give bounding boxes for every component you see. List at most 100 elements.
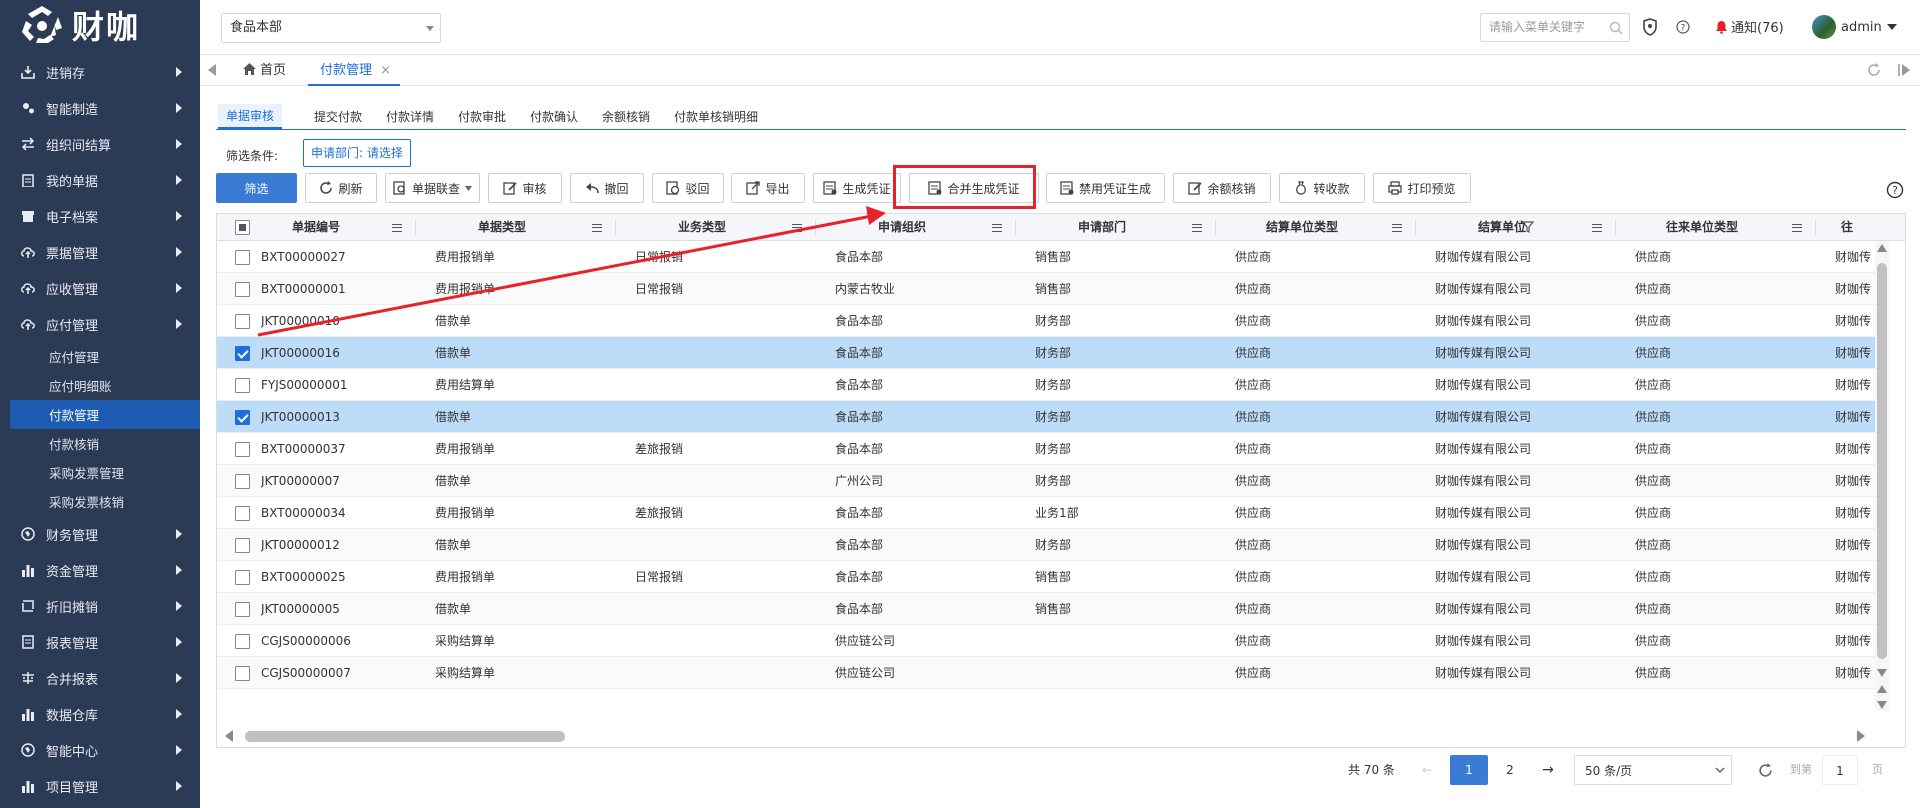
page-1-button[interactable]: 1 — [1450, 755, 1488, 785]
filter-dept-tag[interactable]: 申请部门: 请选择 — [303, 139, 411, 167]
row-checkbox[interactable] — [235, 346, 250, 361]
reject-button[interactable]: 驳回 — [652, 173, 724, 203]
sidebar-item-14[interactable]: 智能中心 — [0, 732, 200, 768]
horizontal-scroll-thumb[interactable] — [245, 731, 565, 742]
refresh-icon[interactable] — [1758, 763, 1773, 778]
prev-page-button[interactable]: ← — [1412, 755, 1442, 785]
column-menu-icon[interactable] — [392, 224, 402, 232]
sidebar-subitem-4[interactable]: 采购发票管理 — [0, 458, 200, 487]
column-menu-icon[interactable] — [592, 224, 602, 232]
table-row[interactable]: BXT00000027 费用报销单 日常报销 食品本部 销售部 供应商 财咖传媒有限公司 供应… — [217, 241, 1887, 273]
scroll-left-icon[interactable] — [225, 730, 233, 742]
vertical-scrollbar[interactable] — [1875, 241, 1889, 711]
row-checkbox[interactable] — [235, 474, 250, 489]
filter-button[interactable]: 筛选 — [216, 173, 297, 203]
row-checkbox[interactable] — [235, 314, 250, 329]
sidebar-subitem-1[interactable]: 应付明细账 — [0, 371, 200, 400]
sidebar-item-5[interactable]: 票据管理 — [0, 234, 200, 270]
sidebar-subitem-0[interactable]: 应付管理 — [0, 342, 200, 371]
sidebar-item-6[interactable]: 应收管理 — [0, 270, 200, 306]
scroll-down-icon[interactable] — [1877, 701, 1887, 709]
sidebar-item-8[interactable]: 财务管理 — [0, 516, 200, 552]
subtab-4[interactable]: 付款确认 — [530, 108, 578, 125]
sidebar-item-9[interactable]: 资金管理 — [0, 552, 200, 588]
scroll-down-icon[interactable] — [1877, 669, 1887, 677]
subtab-1[interactable]: 提交付款 — [314, 108, 362, 125]
scroll-up-icon[interactable] — [1877, 685, 1887, 693]
shield-icon[interactable] — [1642, 18, 1658, 36]
column-menu-icon[interactable] — [1592, 224, 1602, 232]
sidebar-item-2[interactable]: 组织间结算 — [0, 126, 200, 162]
row-checkbox[interactable] — [235, 282, 250, 297]
sidebar-item-10[interactable]: 折旧摊销 — [0, 588, 200, 624]
table-row[interactable]: FYJS00000001 费用结算单 食品本部 财务部 供应商 财咖传媒有限公司 供应商 财咖… — [217, 369, 1887, 401]
sidebar-item-11[interactable]: 报表管理 — [0, 624, 200, 660]
refresh-button[interactable]: 刷新 — [305, 173, 377, 203]
sidebar-subitem-5[interactable]: 采购发票核销 — [0, 487, 200, 516]
help-icon[interactable]: ? — [1676, 20, 1690, 34]
subtab-3[interactable]: 付款审批 — [458, 108, 506, 125]
help-circle-icon[interactable]: ? — [1886, 181, 1904, 199]
print-preview-button[interactable]: 打印预览 — [1373, 173, 1471, 203]
tab-scroll-left-icon[interactable] — [208, 64, 216, 76]
sidebar-item-13[interactable]: 数据仓库 — [0, 696, 200, 732]
column-menu-icon[interactable] — [792, 224, 802, 232]
table-row[interactable]: JKT00000005 借款单 食品本部 销售部 供应商 财咖传媒有限公司 供应商 财咖传 — [217, 593, 1887, 625]
linked-query-button[interactable]: 单据联查 — [385, 173, 480, 203]
column-menu-icon[interactable] — [1392, 224, 1402, 232]
column-menu-icon[interactable] — [1792, 224, 1802, 232]
row-checkbox[interactable] — [235, 442, 250, 457]
column-menu-icon[interactable] — [992, 224, 1002, 232]
sidebar-subitem-3[interactable]: 付款核销 — [0, 429, 200, 458]
table-row[interactable]: JKT00000012 借款单 食品本部 财务部 供应商 财咖传媒有限公司 供应商 财咖传 — [217, 529, 1887, 561]
sidebar-item-7[interactable]: 应付管理 — [0, 306, 200, 342]
row-checkbox[interactable] — [235, 634, 250, 649]
withdraw-button[interactable]: 撤回 — [570, 173, 644, 203]
table-row[interactable]: BXT00000025 费用报销单 日常报销 食品本部 销售部 供应商 财咖传媒有限公司 供应… — [217, 561, 1887, 593]
disable-voucher-button[interactable]: 禁用凭证生成 — [1046, 173, 1165, 203]
horizontal-scrollbar[interactable] — [217, 724, 1905, 747]
sidebar-item-0[interactable]: 进销存 — [0, 54, 200, 90]
table-row[interactable]: JKT00000007 借款单 广州公司 财务部 供应商 财咖传媒有限公司 供应商 财咖传 — [217, 465, 1887, 497]
row-checkbox[interactable] — [235, 538, 250, 553]
balance-writeoff-button[interactable]: 余额核销 — [1173, 173, 1271, 203]
tab-close-icon[interactable]: × — [380, 63, 391, 78]
sidebar-item-12[interactable]: 合并报表 — [0, 660, 200, 696]
user-menu[interactable]: admin — [1812, 15, 1897, 39]
row-checkbox[interactable] — [235, 378, 250, 393]
row-checkbox[interactable] — [235, 250, 250, 265]
sidebar-item-4[interactable]: 电子档案 — [0, 198, 200, 234]
subtab-6[interactable]: 付款单核销明细 — [674, 108, 758, 125]
subtab-5[interactable]: 余额核销 — [602, 108, 650, 125]
notification-button[interactable]: 通知(76) — [1715, 17, 1784, 36]
row-checkbox[interactable] — [235, 666, 250, 681]
table-row[interactable]: BXT00000037 费用报销单 差旅报销 食品本部 财务部 供应商 财咖传媒有限公司 供应… — [217, 433, 1887, 465]
column-menu-icon[interactable] — [1192, 224, 1202, 232]
filter-icon[interactable] — [1521, 221, 1535, 236]
table-row[interactable]: BXT00000034 费用报销单 差旅报销 食品本部 业务1部 供应商 财咖传媒有限公司 供… — [217, 497, 1887, 529]
scroll-right-icon[interactable] — [1857, 730, 1865, 742]
scroll-up-icon[interactable] — [1877, 244, 1887, 252]
tab-home[interactable]: 首页 — [243, 55, 286, 86]
table-row[interactable]: JKT00000013 借款单 食品本部 财务部 供应商 财咖传媒有限公司 供应商 财咖传 — [217, 401, 1887, 433]
next-page-button[interactable]: → — [1533, 755, 1563, 785]
tab-scroll-right-icon[interactable] — [1898, 64, 1910, 76]
approve-button[interactable]: 审核 — [488, 173, 562, 203]
transfer-receipt-button[interactable]: 转收款 — [1279, 173, 1365, 203]
vertical-scroll-thumb[interactable] — [1877, 263, 1887, 659]
sidebar-item-3[interactable]: 我的单据 — [0, 162, 200, 198]
company-select[interactable]: 食品本部 — [221, 13, 441, 43]
table-row[interactable]: JKT00000010 借款单 食品本部 财务部 供应商 财咖传媒有限公司 供应商 财咖传 — [217, 305, 1887, 337]
refresh-icon[interactable] — [1867, 63, 1881, 77]
page-size-select[interactable]: 50 条/页 — [1574, 755, 1732, 785]
table-row[interactable]: JKT00000016 借款单 食品本部 财务部 供应商 财咖传媒有限公司 供应商 财咖传 — [217, 337, 1887, 369]
row-checkbox[interactable] — [235, 570, 250, 585]
row-checkbox[interactable] — [235, 602, 250, 617]
export-button[interactable]: 导出 — [731, 173, 805, 203]
subtab-0[interactable]: 单据审核 — [218, 104, 283, 129]
table-row[interactable]: CGJS00000007 采购结算单 供应链公司 供应商 财咖传媒有限公司 供应商 财咖传 — [217, 657, 1887, 689]
tab-payment-management[interactable]: 付款管理 × — [308, 55, 400, 86]
sidebar-item-15[interactable]: 项目管理 — [0, 768, 200, 804]
generate-voucher-button[interactable]: 生成凭证 — [813, 173, 901, 203]
table-row[interactable]: CGJS00000006 采购结算单 供应链公司 供应商 财咖传媒有限公司 供应商 财咖传 — [217, 625, 1887, 657]
